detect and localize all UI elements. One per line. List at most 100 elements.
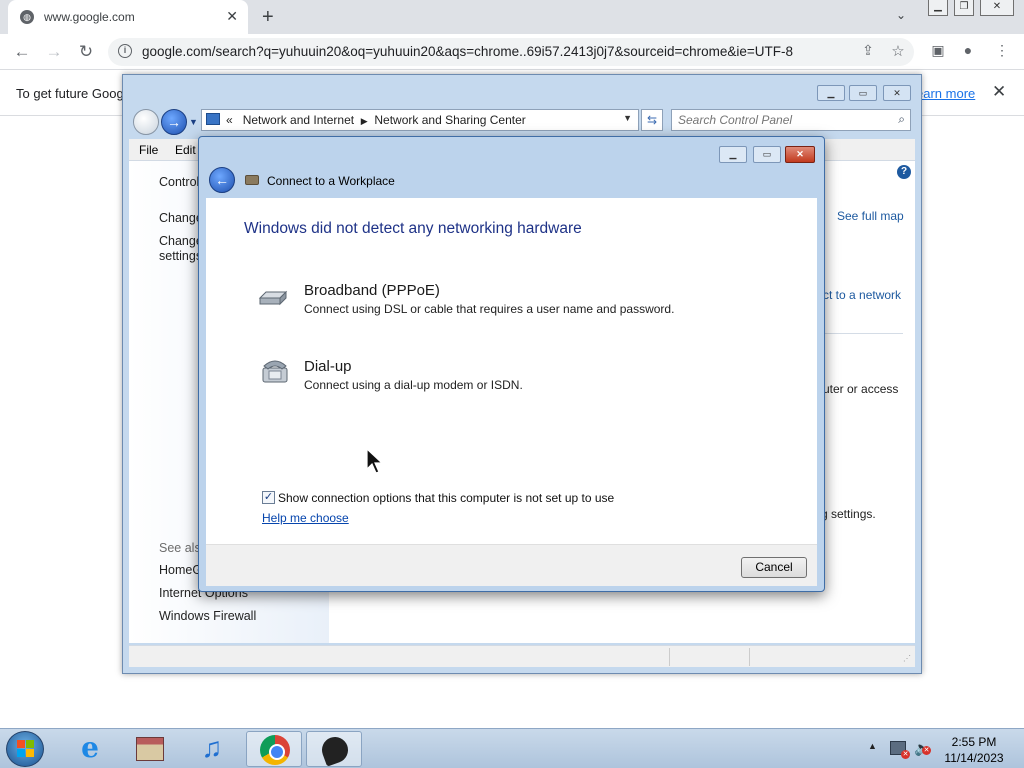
learn-more-link[interactable]: earn more [916, 86, 975, 101]
cp-minimize-button[interactable]: ▁ [817, 85, 845, 101]
connect-to-network-link[interactable]: ct to a network [823, 288, 901, 302]
cp-refresh-button[interactable]: ⇆ [641, 109, 663, 131]
workplace-icon [245, 175, 259, 185]
task-change-adapter[interactable]: Change [159, 211, 203, 225]
tab-title: www.google.com [44, 10, 135, 24]
modem-icon [258, 290, 288, 306]
access-text: uter or access [823, 382, 899, 396]
dialog-heading: Windows did not detect any networking ha… [244, 220, 582, 237]
browser-toolbar: ← → ↻ i google.com/search?q=yuhuuin20&oq… [0, 34, 1024, 70]
browser-tab[interactable]: ◍ www.google.com ✕ [8, 0, 248, 34]
status-divider [669, 648, 670, 666]
music-note-icon: ♫ [201, 732, 223, 763]
globe-icon: ◍ [20, 10, 34, 24]
breadcrumb-network-and-internet[interactable]: Network and Internet [243, 113, 354, 127]
reload-icon[interactable]: ↻ [76, 42, 96, 62]
see-full-map-link[interactable]: See full map [837, 209, 904, 223]
option-broadband[interactable]: Broadband (PPPoE) Connect using DSL or c… [258, 282, 678, 322]
bookmark-star-icon[interactable]: ☆ [888, 42, 908, 60]
chrome-icon [260, 735, 290, 765]
menu-file[interactable]: File [139, 143, 158, 157]
browser-tab-strip: ◍ www.google.com ✕ + ⌄ ▁ ❐ ✕ [0, 0, 1024, 34]
cp-close-button[interactable]: ✕ [883, 85, 911, 101]
profile-avatar-icon[interactable]: ● [958, 42, 978, 58]
start-button[interactable] [6, 731, 44, 767]
taskbar-archive-app[interactable] [122, 731, 178, 767]
tab-search-chevron-icon[interactable]: ⌄ [896, 8, 906, 22]
site-info-icon[interactable]: i [118, 44, 132, 58]
breadcrumb-separator-icon[interactable]: ▶ [361, 116, 368, 126]
help-me-choose-link[interactable]: Help me choose [262, 511, 349, 525]
network-tray-icon[interactable]: ✕ [890, 741, 910, 759]
dialog-content: Windows did not detect any networking ha… [206, 198, 817, 544]
taskbar-chrome[interactable] [246, 731, 302, 767]
cancel-button[interactable]: Cancel [741, 557, 807, 578]
taskbar-music-player[interactable]: ♫ [184, 731, 240, 767]
windows-logo-icon [17, 740, 25, 748]
address-bar[interactable]: i google.com/search?q=yuhuuin20&oq=yuhuu… [108, 38, 914, 66]
breadcrumb-sharing-center[interactable]: Network and Sharing Center [374, 113, 525, 127]
dialog-maximize-button[interactable]: ▭ [753, 146, 781, 163]
see-also-homegroup[interactable]: HomeG [159, 563, 202, 577]
infobar-close-icon[interactable]: ✕ [992, 82, 1006, 102]
cp-breadcrumb: « Network and Internet ▶ Network and Sha… [226, 113, 526, 127]
breadcrumb-prefix[interactable]: « [226, 113, 233, 127]
cp-navigation-bar: → ▼ « Network and Internet ▶ Network and… [129, 105, 915, 135]
help-icon[interactable]: ? [897, 165, 911, 179]
settings-text: g settings. [821, 507, 876, 521]
browser-close-button[interactable]: ✕ [980, 0, 1014, 16]
show-hidden-icons-icon[interactable]: ▲ [868, 741, 877, 751]
side-panel-icon[interactable]: ▣ [928, 42, 948, 59]
infobar-message: To get future Goog [16, 86, 124, 101]
option-dial-up[interactable]: Dial-up Connect using a dial-up modem or… [258, 358, 678, 398]
address-dropdown-icon[interactable]: ▼ [623, 113, 632, 123]
satellite-dish-icon [318, 733, 352, 767]
dialog-minimize-button[interactable]: ▁ [719, 146, 747, 163]
cp-search-input[interactable] [676, 112, 886, 128]
task-control-panel-home[interactable]: Control [159, 175, 199, 189]
resize-grip-icon[interactable]: ⋰ [903, 654, 911, 663]
clock-time[interactable]: 2:55 PM [940, 735, 1008, 749]
browser-restore-button[interactable]: ❐ [954, 0, 974, 16]
search-icon[interactable]: ⌕ [898, 112, 905, 127]
dialog-footer: Cancel [206, 544, 817, 586]
forward-arrow-icon[interactable]: → [44, 42, 64, 62]
dialog-title: Connect to a Workplace [267, 174, 395, 188]
new-tab-button[interactable]: + [262, 6, 274, 29]
cp-maximize-button[interactable]: ▭ [849, 85, 877, 101]
close-tab-icon[interactable]: ✕ [226, 8, 238, 25]
taskbar-network-connection[interactable] [306, 731, 362, 767]
connect-workplace-dialog: ▁ ▭ ✕ ← Connect to a Workplace Windows d… [198, 136, 825, 592]
back-arrow-icon[interactable]: ← [12, 42, 32, 62]
taskbar: e ♫ ▲ ✕ 🔈✕ 2:55 PM 11/14/2023 [0, 728, 1024, 768]
cp-forward-button[interactable]: → [161, 109, 187, 135]
archive-icon [136, 737, 164, 761]
option-dial-up-desc: Connect using a dial-up modem or ISDN. [304, 378, 523, 392]
status-divider [749, 648, 750, 666]
menu-kebab-icon[interactable]: ⋮ [992, 42, 1012, 59]
recent-pages-chevron-icon[interactable]: ▼ [189, 117, 198, 127]
cp-address-bar[interactable]: « Network and Internet ▶ Network and Sha… [201, 109, 639, 131]
dialog-close-button[interactable]: ✕ [785, 146, 815, 163]
mouse-cursor-icon [366, 448, 384, 474]
url-text[interactable]: google.com/search?q=yuhuuin20&oq=yuhuuin… [142, 44, 793, 59]
dialog-back-button[interactable]: ← [209, 167, 235, 193]
option-broadband-title[interactable]: Broadband (PPPoE) [304, 282, 440, 299]
menu-edit[interactable]: Edit [175, 143, 196, 157]
task-change-sharing[interactable]: Change [159, 234, 203, 248]
task-settings[interactable]: settings [159, 249, 202, 263]
see-also-windows-firewall[interactable]: Windows Firewall [159, 609, 256, 623]
option-broadband-desc: Connect using DSL or cable that requires… [304, 302, 675, 316]
browser-minimize-button[interactable]: ▁ [928, 0, 948, 16]
cp-back-button[interactable] [133, 109, 159, 135]
cp-search-box[interactable]: ⌕ [671, 109, 911, 131]
control-panel-icon [206, 113, 220, 125]
clock-date[interactable]: 11/14/2023 [940, 751, 1008, 765]
divider [825, 333, 903, 334]
show-options-checkbox[interactable]: ✓ [262, 491, 275, 504]
option-dial-up-title[interactable]: Dial-up [304, 358, 352, 375]
volume-muted-icon[interactable]: 🔈✕ [914, 740, 931, 757]
taskbar-internet-explorer[interactable]: e [62, 731, 118, 767]
show-options-label[interactable]: Show connection options that this comput… [278, 491, 614, 505]
share-icon[interactable]: ⇪ [858, 42, 878, 59]
